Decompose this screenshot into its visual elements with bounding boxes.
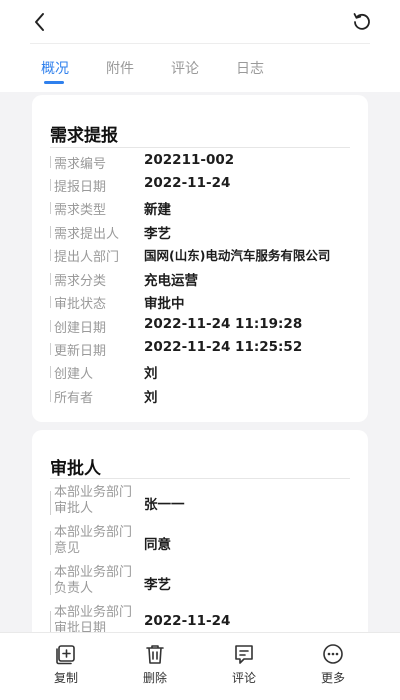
field-row: 本部业务部门审批人 张一一 (50, 485, 360, 521)
field-label: 本部业务部门负责人 (54, 565, 133, 596)
field-row: 创建日期 2022-11-24 11:19:28 (50, 315, 360, 337)
field-value: 刘 (144, 366, 158, 382)
copy-label: 复制 (53, 671, 78, 685)
field-label: 更新日期 (54, 344, 107, 359)
field-label: 需求提出人 (54, 227, 120, 242)
tab-overview[interactable]: 概况 (41, 58, 69, 78)
field-row: 审批状态 审批中 (50, 291, 360, 313)
field-row: 提出人部门 国网(山东)电动汽车服务有限公司 (50, 244, 360, 266)
tab-comments[interactable]: 评论 (171, 58, 199, 78)
field-row: 本部业务部门意见 同意 (50, 525, 360, 561)
trash-icon (146, 645, 164, 664)
back-icon[interactable] (28, 10, 52, 34)
tab-bar: 概况 附件 评论 日志 (0, 44, 400, 92)
field-value: 2022-11-24 11:19:28 (144, 316, 303, 332)
field-label: 提出人部门 (54, 250, 120, 265)
tab-logs[interactable]: 日志 (236, 58, 264, 78)
field-value: 同意 (144, 537, 171, 553)
field-label: 创建人 (54, 367, 94, 382)
copy-add-icon (56, 645, 75, 665)
tab-active-indicator (44, 81, 64, 84)
field-label: 本部业务部门审批人 (54, 485, 133, 516)
field-label: 提报日期 (54, 180, 107, 195)
field-label: 所有者 (54, 391, 94, 406)
field-label: 本部业务部门意见 (54, 525, 133, 556)
field-value: 国网(山东)电动汽车服务有限公司 (144, 248, 331, 263)
field-row: 创建人 刘 (50, 361, 360, 383)
top-bar (0, 0, 400, 44)
field-row: 需求分类 充电运营 (50, 268, 360, 290)
field-label: 需求类型 (54, 203, 107, 218)
field-row: 本部业务部门审批日期 2022-11-24 (50, 605, 360, 632)
field-value: 2022-11-24 (144, 175, 231, 191)
field-value: 2022-11-24 (144, 613, 231, 629)
card-divider (50, 147, 350, 148)
field-value: 2022-11-24 11:25:52 (144, 339, 303, 355)
field-row: 更新日期 2022-11-24 11:25:52 (50, 338, 360, 360)
field-label: 需求分类 (54, 274, 107, 289)
field-row: 所有者 刘 (50, 385, 360, 407)
field-row: 需求类型 新建 (50, 197, 360, 219)
field-value: 充电运营 (144, 273, 198, 289)
field-value: 张一一 (144, 497, 185, 513)
delete-button[interactable]: 删除 (125, 639, 185, 695)
card-title: 需求提报 (50, 126, 118, 146)
field-row: 本部业务部门负责人 李艺 (50, 565, 360, 601)
field-row: 需求提出人 李艺 (50, 221, 360, 243)
approver-card: 审批人 本部业务部门审批人 张一一 本部业务部门意见 同意 本部业务部门负责人 … (32, 430, 368, 632)
card-title: 审批人 (50, 459, 101, 479)
field-label: 需求编号 (54, 157, 107, 172)
bottom-action-bar: 复制 删除 评论 更多 (0, 632, 400, 700)
more-label: 更多 (320, 671, 345, 685)
field-label: 创建日期 (54, 321, 107, 336)
more-icon (323, 644, 343, 664)
delete-label: 删除 (142, 671, 167, 685)
more-button[interactable]: 更多 (303, 639, 363, 695)
copy-button[interactable]: 复制 (36, 639, 96, 695)
field-value: 202211-002 (144, 152, 235, 168)
field-value: 刘 (144, 390, 158, 406)
content-area[interactable]: 需求提报 需求编号 202211-002 提报日期 2022-11-24 需求类… (0, 92, 400, 632)
field-value: 审批中 (144, 296, 185, 312)
field-label: 审批状态 (54, 297, 107, 312)
field-value: 李艺 (144, 226, 171, 242)
comment-label: 评论 (231, 671, 256, 685)
field-row: 需求编号 202211-002 (50, 151, 360, 173)
field-value: 李艺 (144, 577, 171, 593)
demand-report-card: 需求提报 需求编号 202211-002 提报日期 2022-11-24 需求类… (32, 95, 368, 422)
field-row: 提报日期 2022-11-24 (50, 174, 360, 196)
field-value: 新建 (144, 202, 171, 218)
refresh-icon[interactable] (350, 9, 374, 33)
tab-attachments[interactable]: 附件 (106, 58, 134, 78)
field-label: 本部业务部门审批日期 (54, 605, 133, 632)
comment-icon (235, 645, 253, 664)
comment-button[interactable]: 评论 (214, 639, 274, 695)
card-divider (50, 478, 350, 479)
